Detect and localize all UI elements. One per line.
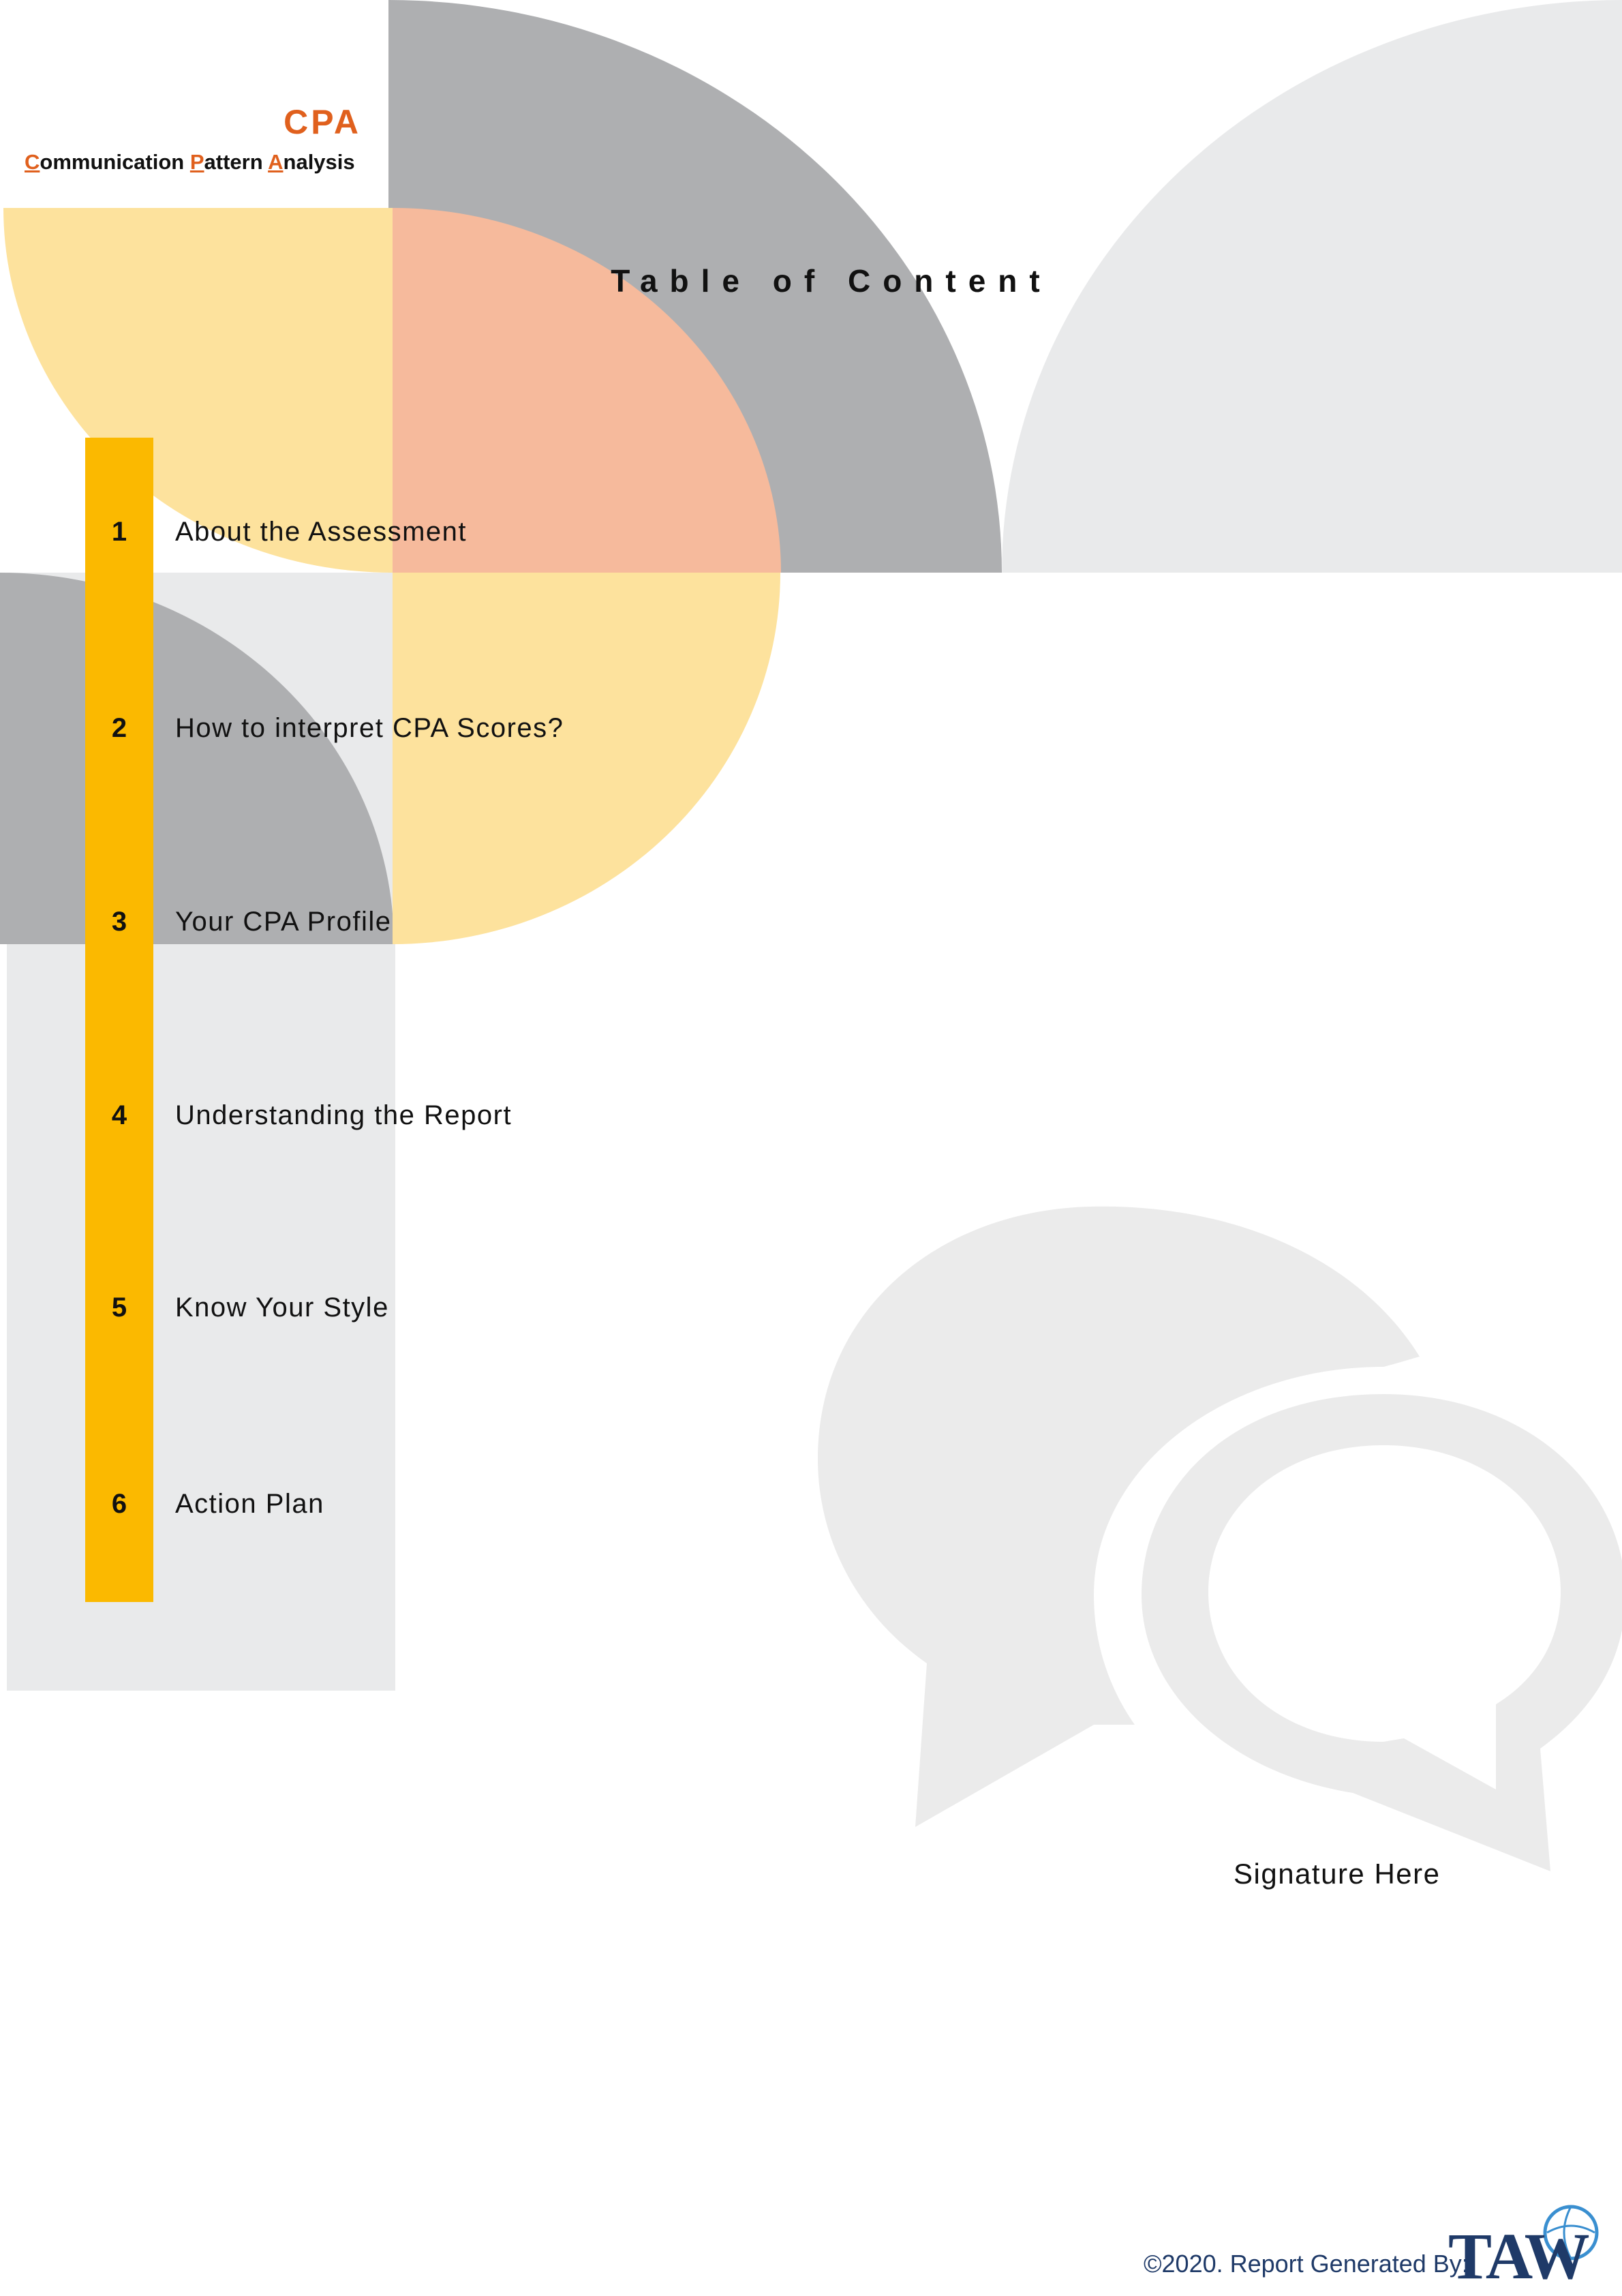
brand-subtitle: Communication Pattern Analysis — [25, 150, 355, 175]
toc-item-action-plan[interactable]: 6 Action Plan — [85, 1483, 767, 1524]
brand-word: attern — [204, 150, 269, 174]
toc-item-number: 2 — [111, 712, 127, 743]
toc-item-cpa-profile[interactable]: 3 Your CPA Profile — [85, 901, 767, 942]
toc-item-number: 6 — [111, 1488, 127, 1519]
brand-initial: C — [25, 150, 40, 174]
brand-initial: P — [189, 150, 204, 174]
toc-item-number: 3 — [111, 906, 127, 937]
toc-title: Table of Content — [611, 263, 1052, 299]
toc-item-label: Know Your Style — [175, 1292, 389, 1323]
taw-logo: TAW — [1448, 2195, 1605, 2293]
brand-word: ommunication — [40, 150, 190, 174]
brand-word: nalysis — [283, 150, 355, 174]
toc-item-understanding-report[interactable]: 4 Understanding the Report — [85, 1095, 767, 1136]
toc-item-number: 1 — [111, 516, 127, 547]
toc-item-know-your-style[interactable]: 5 Know Your Style — [85, 1287, 767, 1328]
toc-item-label: How to interpret CPA Scores? — [175, 712, 564, 743]
toc-number-bar — [85, 438, 153, 1602]
toc-item-label: Your CPA Profile — [175, 906, 392, 937]
toc-item-interpret-scores[interactable]: 2 How to interpret CPA Scores? — [85, 708, 767, 749]
logo-text: TAW — [1448, 2220, 1590, 2293]
toc-item-label: Understanding the Report — [175, 1100, 512, 1130]
speech-bubbles-icon — [818, 1206, 1622, 1871]
background-decoration — [0, 0, 1622, 1871]
toc-item-label: Action Plan — [175, 1488, 324, 1519]
yellow-quarter-circle-lower — [393, 573, 780, 944]
brand-acronym: CPA — [284, 103, 361, 141]
toc-item-label: About the Assessment — [175, 516, 468, 547]
toc-item-number: 5 — [111, 1292, 127, 1323]
brand-initial: A — [268, 150, 284, 174]
footer-text: ©2020. Report Generated By: — [1144, 2250, 1469, 2278]
toc-item-about-assessment[interactable]: 1 About the Assessment — [85, 511, 767, 552]
signature-label: Signature Here — [1234, 1858, 1441, 1890]
toc-item-number: 4 — [111, 1100, 127, 1130]
